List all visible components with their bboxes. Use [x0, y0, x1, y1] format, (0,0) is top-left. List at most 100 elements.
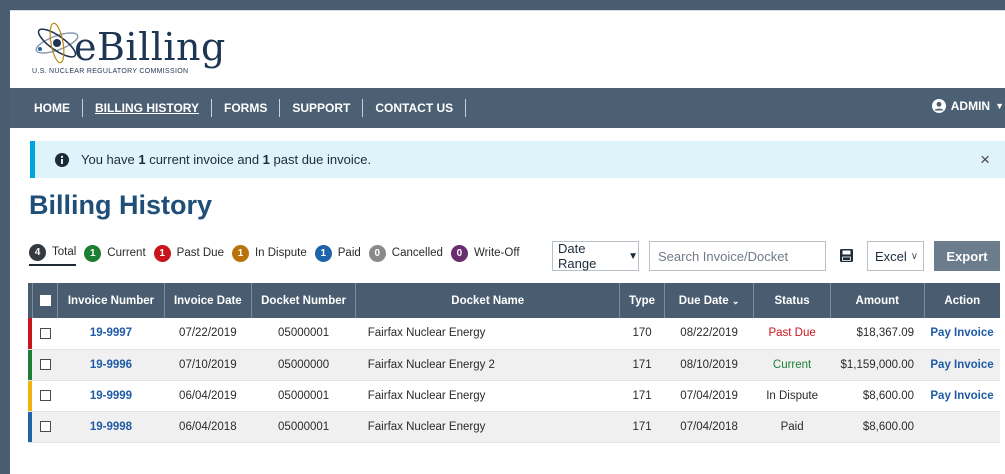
invoice-number-link[interactable]: 19-9999 [58, 380, 164, 411]
caret-down-icon: ▼ [628, 250, 638, 262]
close-icon[interactable]: × [980, 150, 990, 170]
pay-invoice-link[interactable]: Pay Invoice [924, 349, 1000, 380]
table-row: 19-9999 06/04/2019 05000001 Fairfax Nucl… [28, 380, 1000, 411]
invoice-date: 06/04/2019 [179, 389, 237, 402]
row-select-cell [32, 349, 58, 380]
invoice-type: 171 [632, 420, 652, 433]
action-cell [924, 411, 1000, 442]
invoice-type: 171 [632, 358, 652, 371]
docket-name: Fairfax Nuclear Energy [367, 389, 486, 402]
invoice-number-link[interactable]: 19-9997 [58, 318, 164, 349]
amount: $1,159,000.00 [840, 358, 915, 371]
row-checkbox[interactable] [39, 420, 51, 432]
logo-wordmark: eBilling [74, 25, 226, 69]
filter-paid[interactable]: 1 Paid [314, 240, 361, 266]
select-all-checkbox[interactable] [39, 294, 51, 306]
due-date-label: Due Date [678, 294, 729, 307]
header: eBilling U.S. NUCLEAR REGULATORY COMMISS… [10, 10, 1005, 88]
export-button[interactable]: Export [934, 241, 1000, 271]
header-status[interactable]: Status [753, 283, 831, 318]
invoice-type: 170 [632, 327, 652, 340]
docket-number: 05000001 [278, 327, 330, 340]
header-action: Action [944, 294, 981, 307]
format-select[interactable]: Excel ∨ [867, 241, 924, 271]
filter-label: Paid [337, 247, 361, 259]
billing-table: Invoice Number Invoice Date Docket Numbe… [28, 283, 1000, 443]
filter-cancelled[interactable]: 0 Cancelled [368, 240, 443, 266]
filter-label: Total [52, 246, 77, 258]
nav-item-billing-history[interactable]: BILLING HISTORY [83, 99, 213, 117]
logo-subtitle: U.S. NUCLEAR REGULATORY COMMISSION [32, 68, 189, 75]
ebilling-logo[interactable]: eBilling U.S. NUCLEAR REGULATORY COMMISS… [32, 21, 232, 81]
header-invoice-number[interactable]: Invoice Number [57, 283, 165, 318]
filter-past-due[interactable]: 1 Past Due [153, 240, 224, 266]
filter-current[interactable]: 1 Current [84, 240, 146, 266]
alert-message: You have 1 current invoice and 1 past du… [81, 152, 372, 167]
row-select-cell [32, 318, 58, 349]
user-name: ADMIN [950, 99, 991, 113]
pay-invoice-link[interactable]: Pay Invoice [924, 318, 1000, 349]
invoice-number-link[interactable]: 19-9998 [58, 411, 164, 442]
current-invoice-count: 1 [138, 152, 146, 167]
filter-total[interactable]: 4 Total [29, 240, 77, 266]
table-row: 19-9998 06/04/2018 05000001 Fairfax Nucl… [28, 411, 1000, 442]
row-checkbox[interactable] [39, 389, 51, 401]
caret-down-icon: ▼ [995, 101, 1004, 111]
header-invoice-date[interactable]: Invoice Date [164, 283, 252, 318]
docket-name: Fairfax Nuclear Energy [367, 420, 486, 433]
save-icon[interactable] [840, 249, 853, 262]
format-selected: Excel [875, 248, 907, 264]
due-date: 08/22/2019 [680, 327, 738, 340]
page-title: Billing History [29, 190, 213, 220]
filter-write-off[interactable]: 0 Write-Off [450, 240, 520, 266]
invoice-number-link[interactable]: 19-9996 [58, 349, 164, 380]
filter-label: Past Due [176, 247, 224, 259]
user-icon [931, 99, 946, 113]
table-row: 19-9997 07/22/2019 05000001 Fairfax Nucl… [28, 318, 1000, 349]
status-text: Paid [780, 420, 804, 433]
user-menu[interactable]: ADMIN ▼ [931, 99, 1004, 113]
header-docket-number[interactable]: Docket Number [251, 283, 357, 318]
filter-count-badge: 4 [29, 243, 46, 261]
header-amount[interactable]: Amount [830, 283, 925, 318]
invoice-type: 171 [632, 389, 652, 402]
page: eBilling U.S. NUCLEAR REGULATORY COMMISS… [10, 10, 1005, 474]
date-range-dropdown[interactable]: Date Range ▼ [552, 241, 639, 271]
row-checkbox[interactable] [39, 327, 51, 339]
docket-number: 05000001 [278, 420, 330, 433]
header-type[interactable]: Type [619, 283, 665, 318]
table-header-row: Invoice Number Invoice Date Docket Numbe… [28, 283, 1000, 318]
filter-label: Cancelled [391, 247, 443, 259]
header-due-date[interactable]: Due Date ⌄ [664, 283, 755, 318]
row-checkbox[interactable] [39, 358, 51, 370]
date-range-label: Date Range [558, 241, 597, 271]
row-select-cell [32, 380, 58, 411]
row-select-cell [32, 411, 58, 442]
invoice-date: 07/22/2019 [179, 327, 237, 340]
invoice-date: 06/04/2018 [179, 420, 237, 433]
nav-item-forms[interactable]: FORMS [212, 99, 281, 117]
filter-count-badge: 1 [231, 244, 249, 262]
filter-count-badge: 1 [314, 244, 332, 262]
filter-count-badge: 1 [84, 244, 102, 262]
filter-count-badge: 0 [368, 244, 386, 262]
past-due-invoice-count: 1 [262, 152, 270, 167]
main-nav: HOME BILLING HISTORY FORMS SUPPORT CONTA… [10, 88, 1005, 128]
amount: $18,367.09 [856, 327, 915, 340]
header-select-all [32, 283, 59, 318]
search-input[interactable] [649, 241, 826, 271]
table-row: 19-9996 07/10/2019 05000000 Fairfax Nucl… [28, 349, 1000, 380]
invoice-date: 07/10/2019 [179, 358, 237, 371]
amount: $8,600.00 [862, 420, 915, 433]
pay-invoice-link[interactable]: Pay Invoice [924, 380, 1000, 411]
nav-item-home[interactable]: HOME [24, 99, 83, 117]
header-docket-name[interactable]: Docket Name [355, 283, 621, 318]
filter-in-dispute[interactable]: 1 In Dispute [231, 240, 307, 266]
nav-item-contact-us[interactable]: CONTACT US [363, 99, 467, 117]
status-filters: 4 Total 1 Current 1 Past Due 1 In Disput… [29, 237, 528, 269]
docket-name: Fairfax Nuclear Energy 2 [367, 358, 495, 371]
invoice-alert: You have 1 current invoice and 1 past du… [30, 141, 1005, 178]
nav-item-support[interactable]: SUPPORT [280, 99, 364, 117]
filter-label: In Dispute [254, 247, 307, 259]
docket-number: 05000000 [278, 358, 330, 371]
